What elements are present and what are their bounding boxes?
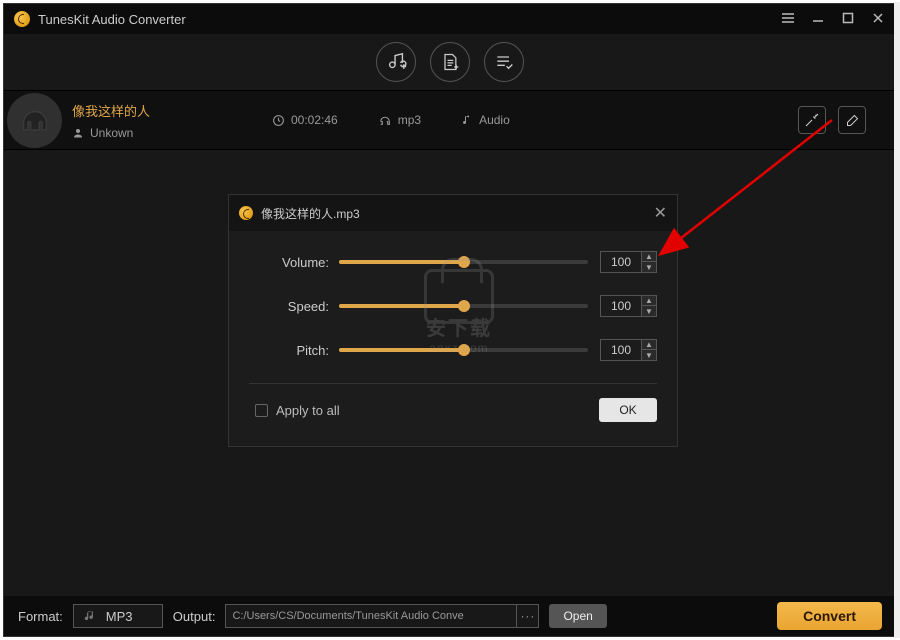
speed-up-icon[interactable]: ▲ [642,296,656,306]
track-format: mp3 [398,113,421,127]
panel-body: Volume: ▲▼ Speed: ▲▼ [229,231,677,446]
speed-down-icon[interactable]: ▼ [642,306,656,316]
speed-slider[interactable] [339,304,588,308]
volume-up-icon[interactable]: ▲ [642,252,656,262]
panel-filename: 像我这样的人.mp3 [261,205,360,222]
track-duration: 00:02:46 [291,113,338,127]
bottom-bar: Format: MP3 Output: ··· Open Convert [4,596,896,636]
panel-header: 像我这样的人.mp3 ✕ [229,195,677,231]
speed-row: Speed: ▲▼ [249,295,657,317]
format-label: Format: [18,609,63,624]
panel-close-icon[interactable]: ✕ [654,203,667,223]
format-selector[interactable]: MP3 [73,604,163,628]
app-logo-icon [14,11,30,27]
output-label: Output: [173,609,216,624]
clock-icon [272,114,285,127]
track-title: 像我这样的人 [72,101,272,120]
note-icon [461,114,473,127]
convert-button[interactable]: Convert [777,602,882,630]
menu-icon[interactable] [780,11,796,28]
maximize-icon[interactable] [840,11,856,28]
open-button[interactable]: Open [549,604,606,628]
pitch-slider[interactable] [339,348,588,352]
panel-footer: Apply to all OK [249,398,657,436]
track-info: 像我这样的人 Unkown [72,101,272,140]
volume-row: Volume: ▲▼ [249,251,657,273]
effects-button[interactable] [798,106,826,134]
close-icon[interactable] [870,11,886,28]
list-check-button[interactable] [484,42,524,82]
pitch-up-icon[interactable]: ▲ [642,340,656,350]
panel-logo-icon [239,206,253,220]
apply-all-label: Apply to all [276,403,340,418]
title-left: TunesKit Audio Converter [14,11,186,27]
speed-value[interactable] [601,296,641,316]
format-value: MP3 [106,609,133,624]
pitch-row: Pitch: ▲▼ [249,339,657,361]
minimize-icon[interactable] [810,11,826,28]
window-controls [780,11,886,28]
format-icon [82,609,98,623]
speed-spinner[interactable]: ▲▼ [600,295,657,317]
pitch-down-icon[interactable]: ▼ [642,350,656,360]
volume-slider[interactable] [339,260,588,264]
add-music-button[interactable] [376,42,416,82]
app-window: TunesKit Audio Converter [3,3,897,637]
volume-down-icon[interactable]: ▼ [642,262,656,272]
edge-artifact [894,2,900,638]
output-path-input[interactable] [226,610,516,622]
effects-panel: 像我这样的人.mp3 ✕ Volume: ▲▼ Speed: [228,194,678,447]
track-art-icon [7,93,62,148]
panel-separator [249,383,657,384]
edit-button[interactable] [838,106,866,134]
main-toolbar [4,34,896,90]
pitch-value[interactable] [601,340,641,360]
pitch-label: Pitch: [249,343,329,358]
apply-all-checkbox[interactable] [255,404,268,417]
track-type: Audio [479,113,510,127]
pitch-spinner[interactable]: ▲▼ [600,339,657,361]
track-row[interactable]: 像我这样的人 Unkown 00:02:46 mp3 Audio [4,90,896,150]
titlebar: TunesKit Audio Converter [4,4,896,34]
volume-spinner[interactable]: ▲▼ [600,251,657,273]
speed-label: Speed: [249,299,329,314]
volume-label: Volume: [249,255,329,270]
volume-value[interactable] [601,252,641,272]
ok-button[interactable]: OK [599,398,657,422]
person-icon [72,127,84,139]
output-path-box: ··· [225,604,539,628]
headphone-icon [378,114,392,127]
track-actions [798,106,866,134]
output-browse-button[interactable]: ··· [516,605,538,627]
apply-all-row[interactable]: Apply to all [255,403,340,418]
track-artist: Unkown [90,126,133,140]
app-title: TunesKit Audio Converter [38,12,186,27]
add-file-button[interactable] [430,42,470,82]
